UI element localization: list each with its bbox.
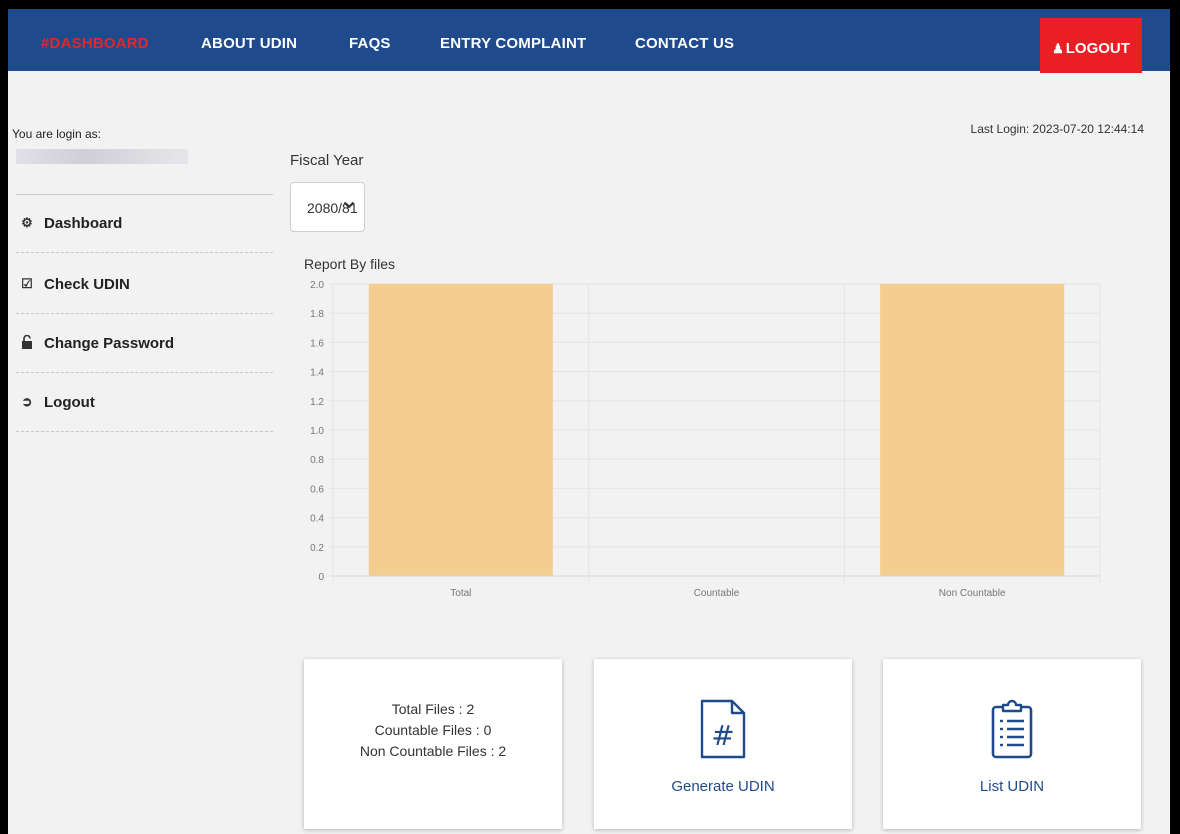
y-tick-label: 0.4 [310, 514, 324, 525]
y-tick-label: 1.2 [310, 397, 324, 408]
nav-faqs[interactable]: FAQS [349, 9, 391, 71]
y-tick-label: 2.0 [310, 280, 324, 291]
non-countable-files-text: Non Countable Files : 2 [359, 743, 507, 759]
tachometer-icon: ⚙ [21, 215, 33, 230]
generate-udin-label: Generate UDIN [671, 778, 775, 795]
y-tick-label: 1.4 [310, 368, 324, 379]
user-icon: ♟ [1052, 41, 1064, 56]
nav-about-udin[interactable]: ABOUT UDIN [201, 9, 297, 71]
list-udin-card[interactable]: List UDIN [883, 659, 1141, 829]
file-stats: Total Files : 2 Countable Files : 0 Non … [304, 699, 562, 762]
y-tick-label: 1.0 [310, 426, 324, 437]
username-redacted [16, 149, 188, 164]
y-tick-label: 1.6 [310, 338, 324, 349]
countable-files-text: Countable Files : 0 [374, 722, 492, 738]
y-tick-label: 0.2 [310, 543, 324, 554]
sidebar-item-dashboard[interactable]: ⚙ Dashboard [16, 195, 273, 253]
sidebar-item-change-password[interactable]: Change Password [16, 315, 273, 373]
sidebar-item-check-udin[interactable]: ☑ Check UDIN [16, 256, 273, 314]
document-hash-icon: # [699, 699, 747, 764]
sign-out-icon: ➲ [21, 394, 33, 409]
x-tick-label: Countable [694, 588, 740, 599]
nav-entry-complaint[interactable]: ENTRY COMPLAINT [440, 9, 586, 71]
list-udin-label: List UDIN [979, 778, 1045, 795]
report-bar-chart: 0 0.2 0.4 0.6 0.8 1.0 1.2 1.4 1.6 1.8 2.0 Total Coun… [310, 280, 1101, 599]
sidebar-item-logout[interactable]: ➲ Logout [16, 374, 273, 432]
clipboard-list-icon [990, 699, 1034, 764]
sidebar-item-label: Check UDIN [44, 276, 130, 293]
fiscal-year-label: Fiscal Year [290, 152, 364, 169]
generate-udin-card[interactable]: # Generate UDIN [594, 659, 852, 829]
y-tick-label: 0.6 [310, 484, 324, 495]
fiscal-year-select[interactable]: 2080/81 [290, 182, 365, 232]
chevron-down-icon [343, 197, 355, 213]
nav-contact-us[interactable]: CONTACT US [635, 9, 734, 71]
nav-dashboard[interactable]: #DASHBOARD [41, 9, 149, 71]
bar [880, 284, 1065, 576]
lock-icon [18, 334, 36, 352]
logout-label: LOGOUT [1065, 40, 1130, 57]
sidebar-item-label: Dashboard [44, 215, 123, 232]
check-square-icon: ☑ [21, 276, 33, 291]
total-files-text: Total Files : 2 [391, 701, 475, 717]
y-tick-label: 0.8 [310, 455, 324, 466]
top-navbar: #DASHBOARD ABOUT UDIN FAQS ENTRY COMPLAI… [8, 9, 1170, 73]
y-tick-label: 0 [318, 572, 324, 583]
sidebar-item-label: Logout [44, 394, 95, 411]
x-tick-label: Total [450, 588, 471, 599]
svg-text:#: # [711, 719, 734, 752]
x-tick-label: Non Countable [939, 588, 1006, 599]
logout-button[interactable]: ♟ LOGOUT [1040, 18, 1142, 73]
sidebar-item-label: Change Password [44, 335, 175, 352]
last-login-text: Last Login: 2023-07-20 12:44:14 [970, 122, 1144, 136]
bar [368, 284, 553, 576]
login-as-label: You are login as: [12, 127, 101, 141]
y-tick-label: 1.8 [310, 309, 324, 320]
file-stats-card: Total Files : 2 Countable Files : 0 Non … [304, 659, 562, 829]
